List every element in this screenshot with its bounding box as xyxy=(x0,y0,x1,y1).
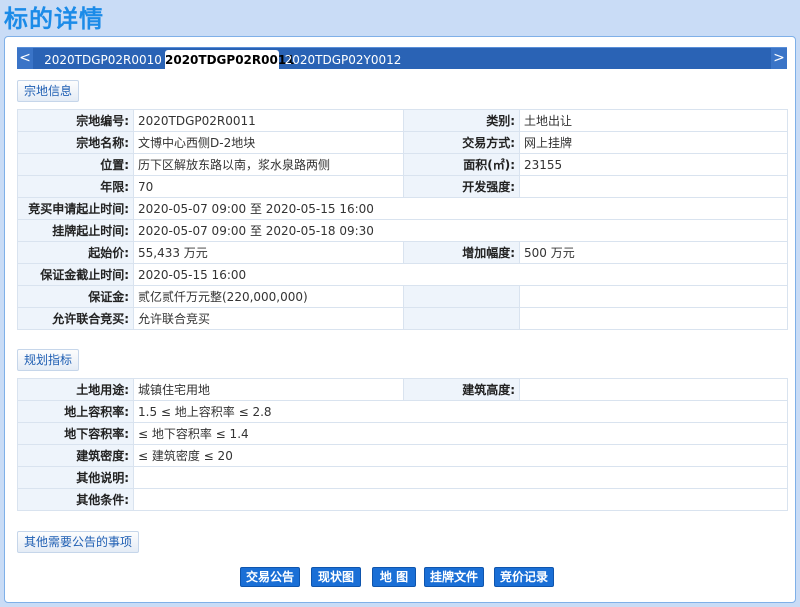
start-price-value: 55,433 万元 xyxy=(133,241,404,264)
table-row: 宗地编号: 2020TDGP02R0011 类别: 土地出让 xyxy=(17,109,788,132)
other-conditions-label: 其他条件: xyxy=(17,488,134,511)
empty-cell xyxy=(519,307,788,330)
location-value: 历下区解放东路以南，浆水泉路两侧 xyxy=(133,153,404,176)
table-row: 起始价: 55,433 万元 增加幅度: 500 万元 xyxy=(17,241,788,264)
listing-period-label: 挂牌起止时间: xyxy=(17,219,134,242)
years-value: 70 xyxy=(133,175,404,198)
listing-docs-button[interactable]: 挂牌文件 xyxy=(424,567,484,587)
building-height-value xyxy=(519,378,788,401)
map-button[interactable]: 地 图 xyxy=(372,567,416,587)
tab-prev-arrow-icon[interactable]: < xyxy=(17,48,33,69)
tab-2020TDGP02Y0012[interactable]: 2020TDGP02Y0012 xyxy=(283,50,403,70)
table-row: 挂牌起止时间: 2020-05-07 09:00 至 2020-05-18 09… xyxy=(17,219,788,242)
land-use-label: 土地用途: xyxy=(17,378,134,401)
land-use-value: 城镇住宅用地 xyxy=(133,378,404,401)
page-title: 标的详情 xyxy=(4,5,104,33)
table-row: 宗地名称: 文博中心西侧D-2地块 交易方式: 网上挂牌 xyxy=(17,131,788,154)
status-map-button[interactable]: 现状图 xyxy=(311,567,361,587)
far-below-label: 地下容积率: xyxy=(17,422,134,445)
other-notes-value xyxy=(133,466,788,489)
building-height-label: 建筑高度: xyxy=(403,378,520,401)
parcel-code-label: 宗地编号: xyxy=(17,109,134,132)
category-label: 类别: xyxy=(403,109,520,132)
category-value: 土地出让 xyxy=(519,109,788,132)
table-row: 地下容积率: ≤ 地下容积率 ≤ 1.4 xyxy=(17,422,788,445)
far-below-value: ≤ 地下容积率 ≤ 1.4 xyxy=(133,422,788,445)
trade-method-value: 网上挂牌 xyxy=(519,131,788,154)
building-density-value: ≤ 建筑密度 ≤ 20 xyxy=(133,444,788,467)
tab-next-arrow-icon[interactable]: > xyxy=(771,48,787,69)
table-row: 保证金: 贰亿贰仟万元整(220,000,000) xyxy=(17,285,788,308)
increment-label: 增加幅度: xyxy=(403,241,520,264)
bid-records-button[interactable]: 竞价记录 xyxy=(494,567,554,587)
area-label: 面积(㎡): xyxy=(403,153,520,176)
empty-cell xyxy=(403,285,520,308)
intensity-value xyxy=(519,175,788,198)
listing-period-value: 2020-05-07 09:00 至 2020-05-18 09:30 xyxy=(133,219,788,242)
trade-method-label: 交易方式: xyxy=(403,131,520,154)
deposit-deadline-label: 保证金截止时间: xyxy=(17,263,134,286)
years-label: 年限: xyxy=(17,175,134,198)
tab-bar: < 2020TDGP02R0010 2020TDGP02R0011 2020TD… xyxy=(17,47,787,70)
far-above-value: 1.5 ≤ 地上容积率 ≤ 2.8 xyxy=(133,400,788,423)
far-above-label: 地上容积率: xyxy=(17,400,134,423)
action-buttons: 交易公告 现状图 地 图 挂牌文件 竞价记录 xyxy=(5,567,797,587)
intensity-label: 开发强度: xyxy=(403,175,520,198)
deposit-value: 贰亿贰仟万元整(220,000,000) xyxy=(133,285,404,308)
deposit-deadline-value: 2020-05-15 16:00 xyxy=(133,263,788,286)
joint-bid-label: 允许联合竞买: xyxy=(17,307,134,330)
area-value: 23155 xyxy=(519,153,788,176)
parcel-info-table: 宗地编号: 2020TDGP02R0011 类别: 土地出让 宗地名称: 文博中… xyxy=(17,109,788,330)
table-row: 竞买申请起止时间: 2020-05-07 09:00 至 2020-05-15 … xyxy=(17,197,788,220)
other-notes-label: 其他说明: xyxy=(17,466,134,489)
tab-2020TDGP02R0011[interactable]: 2020TDGP02R0011 xyxy=(165,50,295,70)
table-row: 其他说明: xyxy=(17,466,788,489)
section-parcel-info: 宗地信息 xyxy=(17,80,80,102)
increment-value: 500 万元 xyxy=(519,241,788,264)
table-row: 年限: 70 开发强度: xyxy=(17,175,788,198)
building-density-label: 建筑密度: xyxy=(17,444,134,467)
other-conditions-value xyxy=(133,488,788,511)
detail-panel: < 2020TDGP02R0010 2020TDGP02R0011 2020TD… xyxy=(4,36,796,603)
start-price-label: 起始价: xyxy=(17,241,134,264)
table-row: 位置: 历下区解放东路以南，浆水泉路两侧 面积(㎡): 23155 xyxy=(17,153,788,176)
table-row: 其他条件: xyxy=(17,488,788,511)
section-planning: 规划指标 xyxy=(17,349,80,371)
table-row: 允许联合竞买: 允许联合竞买 xyxy=(17,307,788,330)
empty-cell xyxy=(519,285,788,308)
deposit-label: 保证金: xyxy=(17,285,134,308)
table-row: 建筑密度: ≤ 建筑密度 ≤ 20 xyxy=(17,444,788,467)
empty-cell xyxy=(403,307,520,330)
table-row: 土地用途: 城镇住宅用地 建筑高度: xyxy=(17,378,788,401)
bid-period-label: 竞买申请起止时间: xyxy=(17,197,134,220)
table-row: 保证金截止时间: 2020-05-15 16:00 xyxy=(17,263,788,286)
location-label: 位置: xyxy=(17,153,134,176)
tab-2020TDGP02R0010[interactable]: 2020TDGP02R0010 xyxy=(43,50,163,70)
parcel-name-label: 宗地名称: xyxy=(17,131,134,154)
planning-table: 土地用途: 城镇住宅用地 建筑高度: 地上容积率: 1.5 ≤ 地上容积率 ≤ … xyxy=(17,378,788,511)
parcel-code-value: 2020TDGP02R0011 xyxy=(133,109,404,132)
announcement-button[interactable]: 交易公告 xyxy=(240,567,300,587)
table-row: 地上容积率: 1.5 ≤ 地上容积率 ≤ 2.8 xyxy=(17,400,788,423)
section-other-notices: 其他需要公告的事项 xyxy=(17,531,140,553)
bid-period-value: 2020-05-07 09:00 至 2020-05-15 16:00 xyxy=(133,197,788,220)
parcel-name-value: 文博中心西侧D-2地块 xyxy=(133,131,404,154)
joint-bid-value: 允许联合竞买 xyxy=(133,307,404,330)
